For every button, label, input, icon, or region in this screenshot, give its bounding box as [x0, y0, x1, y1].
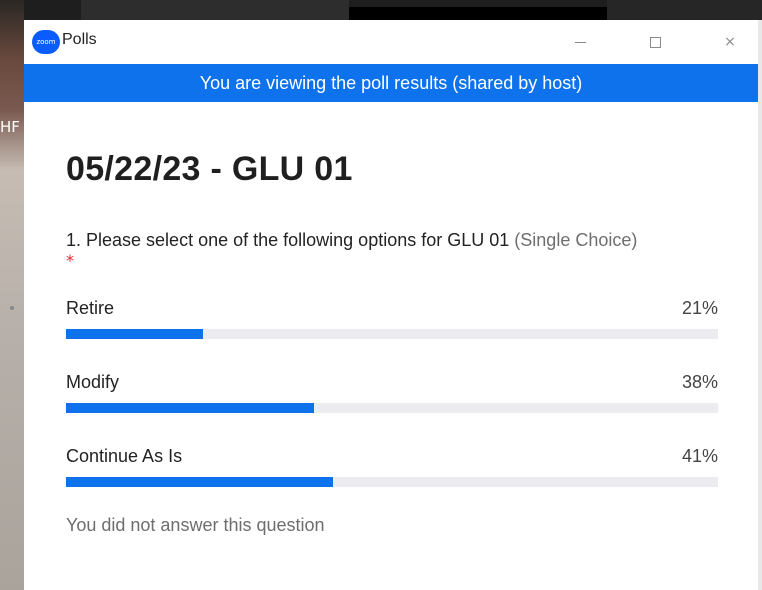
result-bar-track	[66, 403, 718, 413]
question-type: (Single Choice)	[514, 230, 638, 250]
answer-status-note: You did not answer this question	[66, 515, 325, 535]
option-label: Retire	[66, 298, 115, 318]
zoom-logo-icon: zoom	[32, 30, 60, 54]
option-percent: 38%	[681, 372, 718, 392]
poll-option: Continue As Is 41%	[66, 445, 718, 487]
close-button[interactable]: ×	[710, 28, 750, 56]
maximize-icon	[649, 36, 661, 48]
option-percent: 21%	[681, 298, 718, 318]
poll-option: Retire 21%	[66, 297, 718, 339]
option-percent: 41%	[681, 446, 718, 466]
background-segment	[607, 0, 762, 20]
required-marker: *	[66, 251, 74, 270]
background-dot	[10, 306, 14, 310]
background-segment	[81, 0, 349, 20]
title-bar[interactable]: zoom Polls ×	[24, 20, 758, 64]
question-text: 1. Please select one of the following op…	[66, 230, 510, 250]
result-bar-track	[66, 477, 718, 487]
result-bar-fill	[66, 477, 334, 487]
background-segment	[349, 7, 607, 20]
window-title: Polls	[62, 31, 97, 48]
poll-option: Modify 38%	[66, 371, 718, 413]
result-bar-fill	[66, 329, 203, 339]
option-label: Modify	[66, 372, 120, 392]
maximize-button[interactable]	[635, 28, 675, 56]
result-bar-track	[66, 329, 718, 339]
minimize-icon	[574, 41, 586, 43]
result-bar-fill	[66, 403, 314, 413]
shared-results-banner: You are viewing the poll results (shared…	[24, 64, 758, 102]
close-icon: ×	[724, 34, 736, 50]
polls-window: zoom Polls × You are viewing the poll re…	[24, 20, 758, 590]
option-label: Continue As Is	[66, 446, 183, 466]
minimize-button[interactable]	[560, 28, 600, 56]
background-edge-text: HF	[0, 118, 20, 136]
poll-options: Retire 21% Modify 38% Continue As Is 41%	[66, 297, 718, 487]
poll-title: 05/22/23 - GLU 01	[66, 150, 353, 188]
background-left: HF	[0, 0, 24, 590]
background-right	[758, 20, 762, 590]
poll-content: 05/22/23 - GLU 01 1. Please select one o…	[24, 102, 758, 536]
poll-question: 1. Please select one of the following op…	[66, 229, 718, 251]
background-top	[24, 0, 762, 20]
